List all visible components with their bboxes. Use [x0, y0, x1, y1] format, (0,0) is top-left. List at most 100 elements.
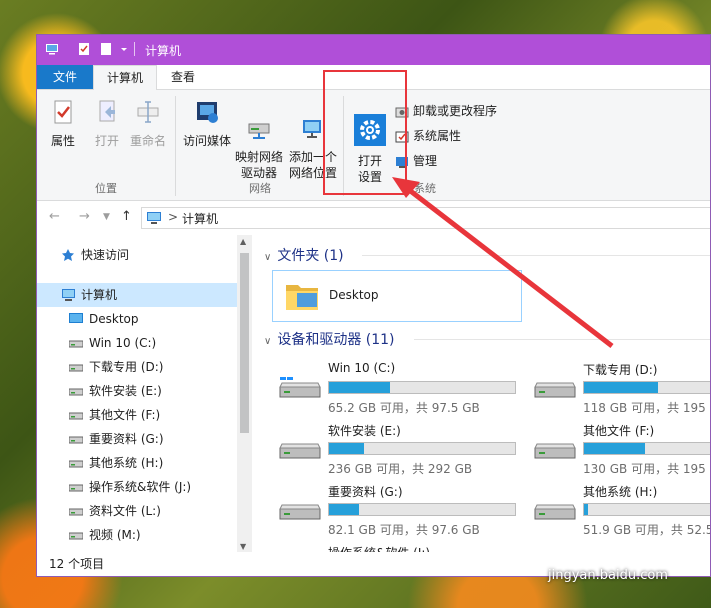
nav-item[interactable]: 快速访问 — [37, 243, 237, 267]
open-button[interactable]: 打开 — [89, 98, 125, 149]
nav-item[interactable]: 视频 (M:) — [37, 523, 237, 547]
uninstall-label: 卸载或更改程序 — [413, 104, 498, 118]
drive-usage-bar — [328, 503, 516, 516]
nav-item[interactable]: Win 10 (C:) — [37, 331, 237, 355]
drive-tile[interactable]: 下载专用 (D:) 118 GB 可用，共 195 G — [527, 361, 710, 421]
drive-name: 重要资料 (G:) — [328, 485, 403, 499]
drive-icon — [69, 436, 83, 444]
drive-usage-fill — [584, 382, 659, 393]
drive-name: 下载专用 (D:) — [583, 363, 658, 377]
ribbon-separator — [175, 96, 176, 196]
drive-tile[interactable]: 其他系统 (H:) 51.9 GB 可用，共 52.5 — [527, 483, 710, 543]
media-icon — [197, 102, 218, 123]
chevron-down-icon[interactable] — [119, 42, 129, 56]
drive-size: 118 GB 可用，共 195 G — [583, 401, 710, 415]
hard-drive-icon — [279, 504, 321, 520]
nav-item[interactable]: 软件安装 (E:) — [37, 379, 237, 403]
network-drive-icon — [248, 123, 270, 139]
drives-header-label: 设备和驱动器 (11) — [277, 332, 395, 348]
drive-name: 其他系统 (H:) — [583, 485, 658, 499]
drive-tile[interactable]: 重要资料 (G:) 82.1 GB 可用，共 97.6 GB — [272, 483, 522, 543]
drive-usage-fill — [329, 443, 365, 454]
forward-arrow-icon[interactable]: → — [79, 209, 90, 224]
properties-quick-icon[interactable] — [77, 42, 91, 56]
nav-item-label: 快速访问 — [81, 248, 130, 262]
scroll-up-icon[interactable]: ▲ — [240, 237, 246, 246]
computer-icon — [46, 44, 58, 55]
nav-item-label: 操作系统&软件 (J:) — [89, 480, 192, 494]
drive-tile[interactable]: Win 10 (C:) 65.2 GB 可用，共 97.5 GB — [272, 361, 522, 421]
system-properties-label: 系统属性 — [413, 129, 462, 143]
drive-usage-bar — [583, 381, 710, 394]
drive-tile[interactable]: 其他文件 (F:) 130 GB 可用，共 195 G — [527, 422, 710, 482]
properties-button[interactable]: 属性 — [45, 98, 81, 149]
section-divider — [414, 339, 710, 340]
folders-section-header[interactable]: ∨ 文件夹 (1) — [264, 245, 344, 265]
item-count: 12 个项目 — [49, 557, 105, 571]
rename-icon — [137, 101, 159, 123]
desktop-icon — [69, 313, 83, 323]
collapse-chevron-icon: ∨ — [264, 252, 272, 263]
nav-item[interactable]: 下载专用 (D:) — [37, 355, 237, 379]
drive-usage-fill — [584, 443, 646, 454]
drive-icon — [69, 508, 83, 516]
computer-icon — [62, 289, 75, 301]
tab-computer[interactable]: 计算机 — [93, 65, 157, 90]
drive-usage-fill — [329, 504, 359, 515]
access-media-button[interactable]: 访问媒体 — [179, 98, 235, 149]
drives-section-header[interactable]: ∨ 设备和驱动器 (11) — [264, 329, 395, 349]
scroll-down-icon[interactable]: ▼ — [240, 542, 246, 551]
group-network-label: 网络 — [249, 182, 271, 195]
title-divider — [134, 42, 135, 56]
uninstall-programs-button[interactable]: 卸载或更改程序 — [395, 102, 497, 120]
desktop-folder-tile[interactable]: Desktop — [272, 270, 522, 322]
nav-item-label: 其他系统 (H:) — [89, 456, 164, 470]
drive-usage-bar — [583, 503, 710, 516]
new-folder-quick-icon[interactable] — [99, 42, 113, 56]
watermark: jingyan.baidu.com — [548, 568, 668, 583]
nav-item-label: 视频 (M:) — [89, 528, 141, 542]
scrollbar-thumb[interactable] — [240, 253, 249, 433]
up-arrow-icon[interactable]: ↑ — [121, 209, 132, 224]
drive-name: Win 10 (C:) — [328, 361, 396, 375]
nav-item-label: Desktop — [89, 312, 139, 326]
access-media-label: 访问媒体 — [182, 134, 231, 148]
title-bar[interactable]: 计算机 — [37, 35, 710, 65]
nav-item[interactable]: 资料文件 (L:) — [37, 499, 237, 523]
address-bar[interactable]: > 计算机 — [141, 207, 710, 229]
nav-item-label: 软件安装 (E:) — [89, 384, 162, 398]
tab-view[interactable]: 查看 — [159, 65, 207, 89]
nav-item-label: Win 10 (C:) — [89, 336, 157, 350]
drive-tile[interactable]: 软件安装 (E:) 236 GB 可用，共 292 GB — [272, 422, 522, 482]
nav-item[interactable]: 计算机 — [37, 283, 237, 307]
computer-icon — [147, 212, 161, 224]
nav-item[interactable]: 重要资料 (G:) — [37, 427, 237, 451]
recent-chevron-icon[interactable]: ▼ — [103, 212, 110, 222]
navigation-pane: 快速访问计算机 Desktop Win 10 (C:) 下载专用 (D:) 软件安装 (… — [37, 235, 237, 566]
highlight-box — [323, 70, 407, 195]
drive-icon — [69, 388, 83, 396]
drive-icon — [69, 364, 83, 372]
nav-scrollbar[interactable]: ▲ ▼ — [237, 235, 252, 553]
tab-file[interactable]: 文件 — [37, 65, 93, 89]
rename-button[interactable]: 重命名 — [127, 98, 169, 149]
drive-icon — [69, 340, 83, 348]
breadcrumb-computer[interactable]: 计算机 — [182, 210, 218, 227]
nav-item-label: 下载专用 (D:) — [89, 360, 164, 374]
folder-name: Desktop — [329, 288, 379, 302]
drive-name: 软件安装 (E:) — [328, 424, 401, 438]
drive-icon — [69, 532, 83, 540]
back-arrow-icon[interactable]: ← — [49, 209, 60, 224]
hard-drive-icon — [534, 443, 576, 459]
nav-item-label: 其他文件 (F:) — [89, 408, 161, 422]
drive-usage-bar — [328, 442, 516, 455]
nav-item[interactable]: Desktop — [37, 307, 237, 331]
drive-usage-bar — [583, 442, 710, 455]
manage-label: 管理 — [413, 154, 438, 168]
hard-drive-icon — [534, 504, 576, 520]
nav-item[interactable]: 操作系统&软件 (J:) — [37, 475, 237, 499]
section-divider — [362, 255, 710, 256]
open-icon — [99, 100, 115, 122]
nav-item[interactable]: 其他系统 (H:) — [37, 451, 237, 475]
nav-item[interactable]: 其他文件 (F:) — [37, 403, 237, 427]
